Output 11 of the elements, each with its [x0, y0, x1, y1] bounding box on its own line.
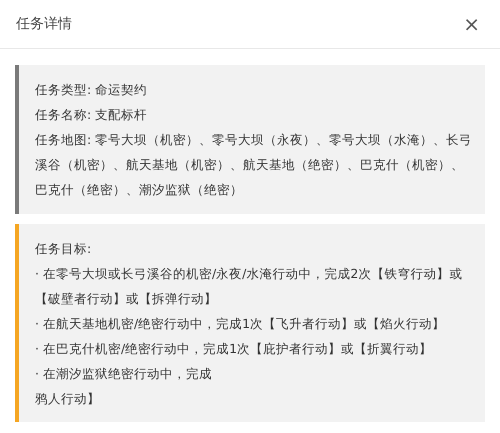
objective-text: · 在巴克什机密/绝密行动中，完成1次【庇护者行动】或【折翼行动】 — [35, 340, 434, 358]
close-button[interactable]: × — [459, 14, 484, 34]
info-text: 任务地图: 零号大坝（机密）、零号大坝（永夜）、零号大坝（水淹）、长弓溪谷（机密）、航天基地（机密）、航天基地（绝密）、巴克什（机密）、巴克什（绝密）、潮汐监狱（绝密） — [35, 131, 473, 199]
objective-text: · 在潮汐监狱绝密行动中，完成 — [35, 365, 213, 383]
objective-text: · 在零号大坝或长弓溪谷的机密/永夜/水淹行动中，完成2次【铁穹行动】或【破壁者行动】或【拆弹行动】 — [35, 265, 464, 308]
objective-text: · 在航天基地机密/绝密行动中，完成1次【飞升者行动】或【焰火行动】 — [35, 315, 446, 333]
objectives-heading: 任务目标: — [35, 240, 92, 258]
dialog-title: 任务详情 — [16, 14, 72, 34]
info-text: 任务名称: 支配标杆 — [35, 106, 148, 124]
info-text: 任务类型: 命运契约 — [35, 81, 148, 99]
objective-text: 鸦人行动】 — [35, 390, 101, 408]
